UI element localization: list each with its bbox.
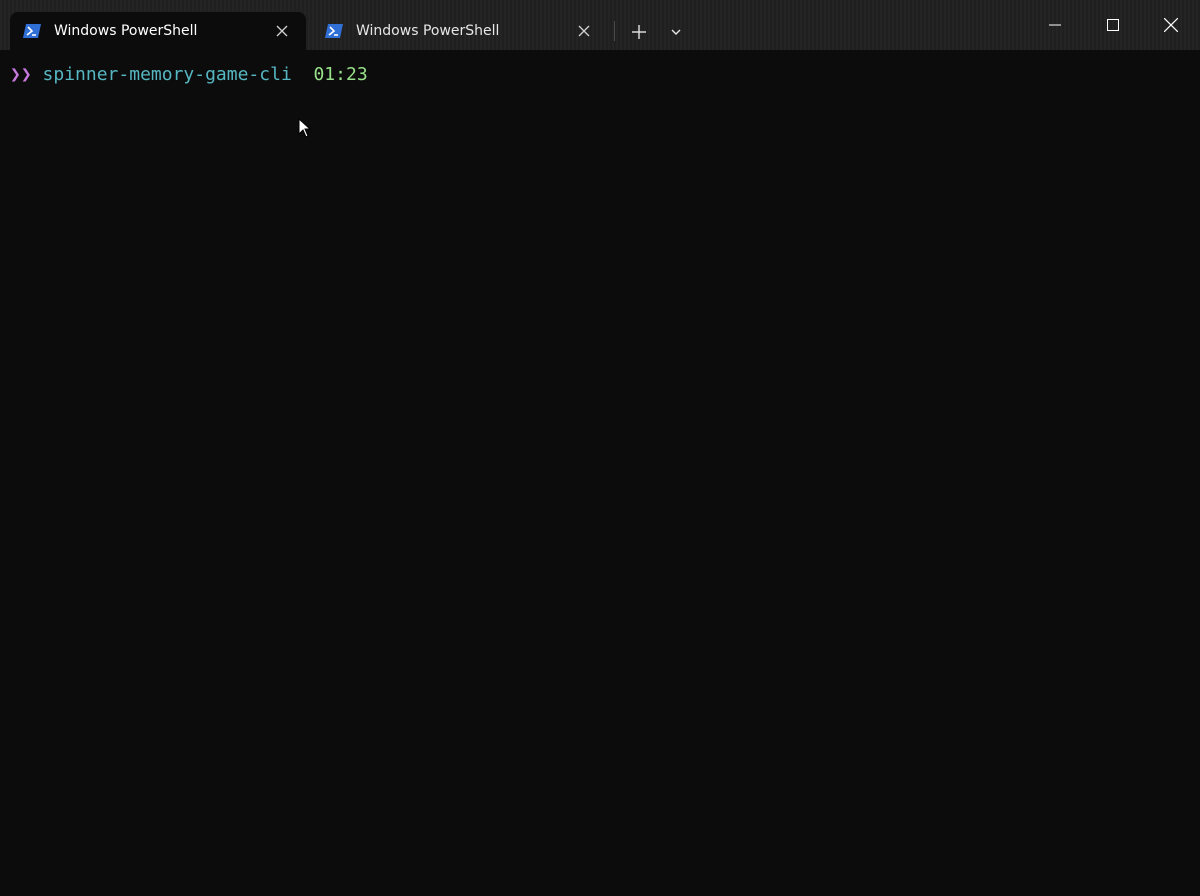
tab-powershell-1[interactable]: Windows PowerShell xyxy=(10,12,306,50)
prompt-line: ❯❯ spinner-memory-game-cli 01:23 xyxy=(10,64,368,85)
terminal-output[interactable]: ❯❯ spinner-memory-game-cli 01:23 xyxy=(0,50,1200,896)
prompt-directory: spinner-memory-game-cli xyxy=(42,64,292,85)
tab-title: Windows PowerShell xyxy=(356,23,500,39)
minimize-button[interactable] xyxy=(1026,0,1084,50)
title-bar: Windows PowerShell Windows PowerShell xyxy=(0,0,1200,50)
chevron-down-icon xyxy=(671,29,681,35)
prompt-time: 01:23 xyxy=(313,64,368,85)
prompt-symbol: ❯❯ xyxy=(10,64,32,85)
tab-close-button[interactable] xyxy=(570,17,598,45)
close-icon xyxy=(276,25,288,37)
terminal-window: Windows PowerShell Windows PowerShell ❯❯… xyxy=(0,0,1200,896)
minimize-icon xyxy=(1049,24,1061,26)
tab-powershell-2[interactable]: Windows PowerShell xyxy=(312,12,608,50)
tab-dropdown-button[interactable] xyxy=(662,18,690,46)
close-icon xyxy=(578,25,590,37)
close-icon xyxy=(1164,18,1178,32)
plus-icon xyxy=(632,25,646,39)
powershell-icon xyxy=(22,23,42,39)
tab-close-button[interactable] xyxy=(268,17,296,45)
maximize-icon xyxy=(1107,19,1119,31)
tab-separator xyxy=(614,21,615,41)
new-tab-button[interactable] xyxy=(624,18,654,46)
powershell-icon xyxy=(324,23,344,39)
close-window-button[interactable] xyxy=(1142,0,1200,50)
tab-title: Windows PowerShell xyxy=(54,23,198,39)
mouse-cursor-icon xyxy=(298,117,312,142)
maximize-button[interactable] xyxy=(1084,0,1142,50)
